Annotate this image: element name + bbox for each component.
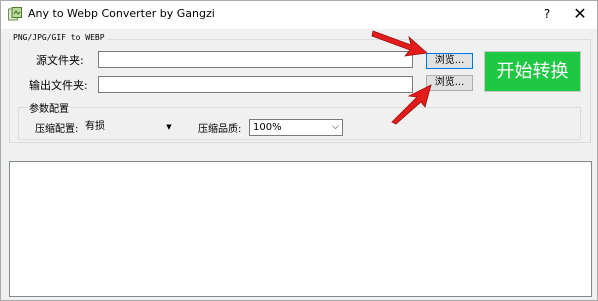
app-icon (8, 7, 22, 21)
close-button[interactable]: ✕ (569, 4, 591, 24)
chevron-down-icon: ⌵ (332, 122, 339, 132)
output-folder-input[interactable] (98, 76, 413, 93)
compression-mode-value: 有损 (85, 121, 105, 132)
quality-label: 压缩品质: (198, 124, 242, 135)
quality-value: 100% (253, 122, 282, 133)
params-group-title: 参数配置 (27, 100, 71, 115)
red-arrow-icon (371, 30, 428, 57)
log-textarea[interactable] (9, 161, 592, 297)
red-arrow-icon (391, 84, 432, 125)
output-folder-label: 输出文件夹: (29, 79, 88, 92)
quality-select[interactable]: 100% ⌵ (249, 119, 343, 136)
source-folder-input[interactable] (98, 51, 413, 68)
help-button[interactable]: ? (537, 5, 557, 23)
browse-source-button[interactable]: 浏览... (426, 53, 473, 69)
browse-output-button[interactable]: 浏览... (426, 75, 473, 91)
window-title: Any to Webp Converter by Gangzi (28, 7, 215, 20)
compression-mode-label: 压缩配置: (35, 124, 79, 135)
compression-mode-select[interactable]: 有损 (85, 119, 161, 135)
source-folder-label: 源文件夹: (36, 54, 84, 67)
conversion-group-title: PNG/JPG/GIF to WEBP (11, 33, 107, 42)
title-bar[interactable]: Any to Webp Converter by Gangzi ? ✕ (1, 1, 597, 29)
app-window: Any to Webp Converter by Gangzi ? ✕ PNG/… (0, 0, 598, 301)
compression-dropdown-icon[interactable]: ▼ (164, 119, 174, 135)
start-convert-button[interactable]: 开始转换 (484, 51, 581, 92)
